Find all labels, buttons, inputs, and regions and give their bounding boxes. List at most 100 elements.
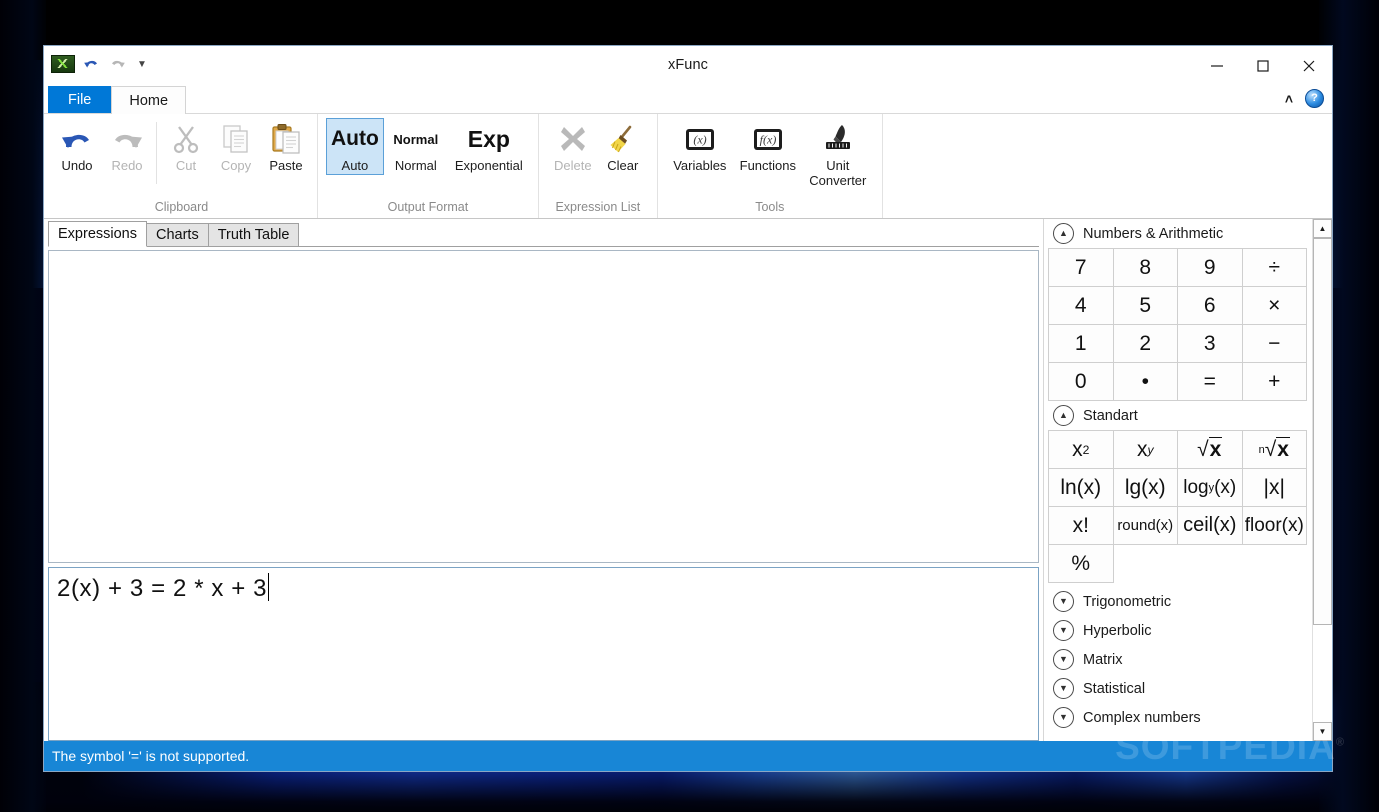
section-title-statistical: Statistical: [1083, 680, 1146, 697]
minimize-button[interactable]: [1194, 46, 1240, 86]
key-8[interactable]: 8: [1113, 249, 1178, 287]
key-6[interactable]: 6: [1178, 287, 1243, 325]
group-label-clipboard: Clipboard: [154, 200, 209, 214]
key-2[interactable]: 2: [1113, 325, 1178, 363]
auto-format-glyph: Auto: [331, 127, 379, 150]
variables-button[interactable]: (x) Variables: [666, 118, 734, 174]
key-minus[interactable]: −: [1242, 325, 1307, 363]
copy-button[interactable]: Copy: [211, 118, 261, 174]
keypad-section-numbers-arithmetic[interactable]: ▲ Numbers & Arithmetic: [1048, 219, 1310, 248]
delete-label: Delete: [554, 158, 592, 173]
unit-converter-button[interactable]: Unit Converter: [802, 118, 874, 188]
copy-pages-icon: [219, 120, 253, 158]
key-equals[interactable]: =: [1178, 363, 1243, 401]
keypad-section-standart[interactable]: ▲ Standart: [1048, 401, 1310, 430]
undo-button[interactable]: Undo: [52, 118, 102, 174]
key-4[interactable]: 4: [1049, 287, 1114, 325]
scroll-down-button[interactable]: ▼: [1313, 722, 1332, 741]
status-message: The symbol '=' is not supported.: [52, 748, 250, 764]
keypad-grid-standart: x2 xy √x n √x ln(x) lg(x) log y (x) |x| x! …: [1048, 430, 1307, 583]
text-caret: [268, 573, 270, 601]
key-natural-log[interactable]: ln(x): [1049, 469, 1114, 507]
normal-label: Normal: [394, 158, 437, 173]
broom-icon: [607, 120, 639, 158]
functions-button[interactable]: f(x) Functions: [734, 118, 802, 174]
ribbon-filler: [883, 114, 1332, 218]
section-title-hyperbolic: Hyperbolic: [1083, 622, 1152, 639]
tab-charts[interactable]: Charts: [145, 223, 209, 247]
clear-label: Clear: [607, 158, 639, 173]
status-bar: The symbol '=' is not supported.: [44, 741, 1332, 771]
key-7[interactable]: 7: [1049, 249, 1114, 287]
ribbon-body: Undo Redo Cut Copy Paste Clipboard Auto …: [44, 113, 1332, 219]
tab-expressions[interactable]: Expressions: [48, 221, 147, 247]
key-plus[interactable]: +: [1242, 363, 1307, 401]
scroll-up-button[interactable]: ▲: [1313, 219, 1332, 238]
key-ceil[interactable]: ceil(x): [1178, 507, 1243, 545]
key-x-power-y[interactable]: xy: [1113, 431, 1178, 469]
group-label-tools: Tools: [755, 200, 785, 214]
collapse-ribbon-icon[interactable]: ˄: [1285, 91, 1293, 107]
ribbon-tab-home[interactable]: Home: [111, 86, 187, 114]
ribbon-tab-strip: File Home ˄ ?: [44, 86, 1332, 114]
chevron-up-circle-icon: ▲: [1053, 223, 1074, 244]
key-9[interactable]: 9: [1178, 249, 1243, 287]
key-log-base-y[interactable]: log y (x): [1178, 469, 1243, 507]
cut-button[interactable]: Cut: [161, 118, 211, 174]
scrollbar-track[interactable]: [1313, 238, 1332, 722]
expression-input[interactable]: 2(x) + 3 = 2 * x + 3: [48, 567, 1039, 741]
expression-list-area[interactable]: [48, 250, 1039, 563]
key-5[interactable]: 5: [1113, 287, 1178, 325]
key-x-squared[interactable]: x2: [1049, 431, 1114, 469]
output-format-exponential-button[interactable]: Exp Exponential: [448, 118, 530, 174]
section-title-standart: Standart: [1083, 407, 1138, 424]
undo-label: Undo: [61, 158, 93, 173]
keypad-section-matrix[interactable]: ▼ Matrix: [1048, 645, 1310, 674]
redo-button[interactable]: Redo: [102, 118, 152, 174]
key-3[interactable]: 3: [1178, 325, 1243, 363]
chevron-down-circle-icon: ▼: [1053, 707, 1074, 728]
key-divide[interactable]: ÷: [1242, 249, 1307, 287]
key-1[interactable]: 1: [1049, 325, 1114, 363]
help-icon[interactable]: ?: [1305, 89, 1324, 108]
main-content: Expressions Charts Truth Table 2(x) + 3 …: [44, 219, 1332, 741]
redo-label: Redo: [111, 158, 143, 173]
scrollbar-thumb[interactable]: [1313, 238, 1332, 625]
keypad-section-trigonometric[interactable]: ▼ Trigonometric: [1048, 587, 1310, 616]
expression-input-value: 2(x) + 3 = 2 * x + 3: [57, 575, 268, 602]
functions-fx-icon: f(x): [750, 120, 786, 158]
paste-button[interactable]: Paste: [261, 118, 311, 174]
chevron-down-circle-icon: ▼: [1053, 591, 1074, 612]
title-bar: ▼ xFunc: [44, 46, 1332, 86]
keypad-section-hyperbolic[interactable]: ▼ Hyperbolic: [1048, 616, 1310, 645]
key-0[interactable]: 0: [1049, 363, 1114, 401]
key-blank-3: [1242, 545, 1307, 583]
section-title-trigonometric: Trigonometric: [1083, 593, 1172, 610]
key-multiply[interactable]: ×: [1242, 287, 1307, 325]
key-log10[interactable]: lg(x): [1113, 469, 1178, 507]
ribbon-tab-file[interactable]: File: [48, 86, 112, 113]
close-button[interactable]: [1286, 46, 1332, 86]
section-title-complex-numbers: Complex numbers: [1083, 709, 1201, 726]
content-tab-strip: Expressions Charts Truth Table: [48, 221, 1039, 247]
keypad-scroll-content: ▲ Numbers & Arithmetic 7 8 9 ÷ 4 5 6 × 1…: [1044, 219, 1312, 741]
key-square-root[interactable]: √x: [1178, 431, 1243, 469]
output-format-normal-button[interactable]: Normal Normal: [384, 118, 448, 174]
keypad-section-statistical[interactable]: ▼ Statistical: [1048, 674, 1310, 703]
delete-button[interactable]: Delete: [548, 118, 598, 174]
key-absolute-value[interactable]: |x|: [1242, 469, 1307, 507]
xfunc-window: ▼ xFunc File Home ˄ ? Undo Redo Cut Copy…: [44, 46, 1332, 771]
keypad-section-complex-numbers[interactable]: ▼ Complex numbers: [1048, 703, 1310, 732]
clear-button[interactable]: Clear: [598, 118, 648, 174]
key-round[interactable]: round(x): [1113, 507, 1178, 545]
keypad-scrollbar[interactable]: ▲ ▼: [1312, 219, 1332, 741]
key-decimal-point[interactable]: •: [1113, 363, 1178, 401]
key-nth-root[interactable]: n √x: [1242, 431, 1307, 469]
maximize-button[interactable]: [1240, 46, 1286, 86]
key-floor[interactable]: floor(x): [1242, 507, 1307, 545]
tab-truth-table[interactable]: Truth Table: [207, 223, 300, 247]
key-percent[interactable]: %: [1049, 545, 1114, 583]
clipboard-icon: [269, 120, 303, 158]
output-format-auto-button[interactable]: Auto Auto: [326, 118, 384, 175]
key-factorial[interactable]: x!: [1049, 507, 1114, 545]
